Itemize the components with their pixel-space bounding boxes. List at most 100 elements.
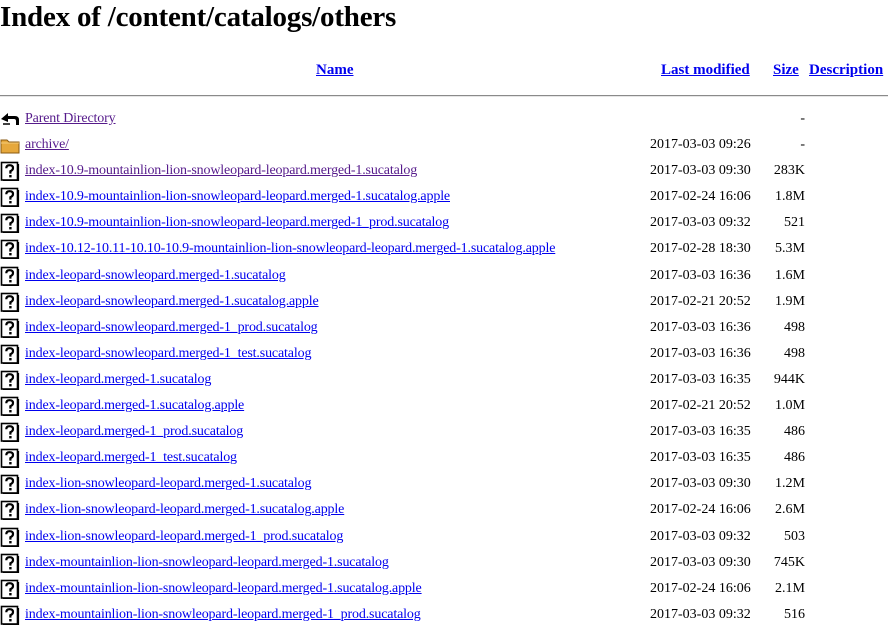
size-cell: 1.6M [775,267,805,283]
file-row: index-10.9-mountainlion-lion-snowleopard… [0,158,895,184]
sort-by-description-link[interactable]: Description [809,62,883,78]
file-row: index-leopard.merged-1.sucatalog 2017-03-… [0,367,895,393]
file-link[interactable]: archive/ [25,137,69,152]
file-name-cell: index-leopard-snowleopard.merged-1.sucat… [25,263,286,289]
size-cell: 5.3M [775,241,805,257]
size-cell: 1.2M [775,476,805,492]
file-link[interactable]: index-lion-snowleopard-leopard.merged-1_… [25,529,343,544]
file-name-cell: index-leopard-snowleopard.merged-1_test.… [25,341,311,367]
last-modified-cell: 2017-02-21 20:52 [650,398,751,414]
size-cell: - [800,111,805,126]
file-link[interactable]: index-mountainlion-lion-snowleopard-leop… [25,555,389,570]
file-list: Parent Directory - archive/2017-03-03 09:2… [0,106,895,628]
unknown-file-icon [0,161,20,182]
last-modified-cell: 2017-02-24 16:06 [650,580,751,596]
file-row: index-mountainlion-lion-snowleopard-leop… [0,550,895,576]
size-cell: 1.9M [775,293,805,309]
size-cell: 503 [784,528,805,544]
file-link[interactable]: index-leopard.merged-1_test.sucatalog [25,450,237,465]
file-link[interactable]: index-10.9-mountainlion-lion-snowleopard… [25,215,449,230]
column-header-last-modified[interactable]: Last modified [661,60,750,80]
last-modified-cell: 2017-03-03 09:32 [650,606,751,622]
last-modified-cell: 2017-03-03 16:35 [650,424,751,440]
last-modified-cell: 2017-03-03 16:35 [650,450,751,466]
unknown-file-icon [0,266,20,286]
file-link[interactable]: index-leopard.merged-1_prod.sucatalog [25,424,243,439]
unknown-file-icon [0,396,20,417]
sort-by-size-link[interactable]: Size [773,62,799,78]
file-link[interactable]: index-lion-snowleopard-leopard.merged-1.… [25,476,311,491]
file-link[interactable]: index-10.9-mountainlion-lion-snowleopard… [25,189,450,204]
file-link[interactable]: index-mountainlion-lion-snowleopard-leop… [25,607,421,622]
file-link[interactable]: index-10.12-10.11-10.10-10.9-mountainlio… [25,241,555,256]
unknown-file-icon [0,292,20,312]
unknown-file-icon [0,422,20,443]
last-modified-cell: 2017-02-24 16:06 [650,502,751,518]
file-link[interactable]: index-leopard-snowleopard.merged-1.sucat… [25,268,286,283]
last-modified-cell: 2017-03-03 09:30 [650,476,751,492]
parent-directory-link[interactable]: Parent Directory [25,111,116,126]
file-row: index-mountainlion-lion-snowleopard-leop… [0,602,895,628]
sort-by-name-link[interactable]: Name [316,62,354,78]
size-cell: - [800,137,805,153]
file-link[interactable]: index-10.9-mountainlion-lion-snowleopard… [25,163,417,178]
file-name-cell: index-10.9-mountainlion-lion-snowleopard… [25,158,417,184]
page-title: Index of /content/catalogs/others [0,1,397,33]
last-modified-cell: 2017-03-03 09:30 [650,554,751,570]
header-divider [0,95,888,97]
size-cell: 516 [784,606,805,622]
last-modified-cell: 2017-03-03 16:35 [650,371,751,387]
file-name-cell: index-mountainlion-lion-snowleopard-leop… [25,602,421,628]
column-header-size[interactable]: Size [773,60,799,80]
size-cell: 2.6M [775,502,805,518]
file-row: index-leopard.merged-1.sucatalog.apple 20… [0,393,895,419]
sort-by-last-modified-link[interactable]: Last modified [661,62,750,78]
file-name-cell: index-leopard.merged-1_test.sucatalog [25,445,237,471]
folder-icon [0,135,20,155]
last-modified-cell: 2017-03-03 09:32 [650,215,751,231]
size-cell: 2.1M [775,580,805,596]
unknown-file-icon [0,474,20,495]
size-cell: 498 [784,319,805,335]
file-link[interactable]: index-leopard.merged-1.sucatalog.apple [25,398,244,413]
file-row: index-leopard-snowleopard.merged-1.sucat… [0,263,895,289]
size-cell: 498 [784,345,805,361]
file-row: index-10.12-10.11-10.10-10.9-mountainlio… [0,236,895,262]
unknown-file-icon [0,500,20,521]
unknown-file-icon [0,344,20,365]
column-header-name[interactable]: Name [316,60,354,80]
file-link[interactable]: index-leopard.merged-1.sucatalog [25,372,211,387]
size-cell: 944K [773,371,805,387]
file-link[interactable]: index-leopard-snowleopard.merged-1_prod.… [25,320,318,335]
file-row: index-mountainlion-lion-snowleopard-leop… [0,576,895,602]
file-link[interactable]: index-mountainlion-lion-snowleopard-leop… [25,581,422,596]
parent-directory-row: Parent Directory - [0,106,895,132]
last-modified-cell: 2017-03-03 16:36 [650,345,751,361]
file-name-cell: archive/ [25,132,69,158]
file-link[interactable]: index-leopard-snowleopard.merged-1_test.… [25,346,311,361]
column-header-description[interactable]: Description [809,60,883,80]
size-cell: 745K [773,554,805,570]
unknown-file-icon [0,187,20,208]
unknown-file-icon [0,527,20,547]
file-name-cell: index-10.9-mountainlion-lion-snowleopard… [25,210,449,236]
file-link[interactable]: index-leopard-snowleopard.merged-1.sucat… [25,294,319,309]
last-modified-cell: 2017-02-28 18:30 [650,241,751,257]
size-cell: 486 [784,450,805,466]
size-cell: 486 [784,424,805,440]
file-row: index-leopard.merged-1_prod.sucatalog 201… [0,419,895,445]
unknown-file-icon [0,370,20,391]
size-cell: 1.0M [775,398,805,414]
file-name-cell: index-leopard.merged-1.sucatalog.apple [25,393,244,419]
unknown-file-icon [0,553,20,573]
last-modified-cell: 2017-03-03 16:36 [650,267,751,283]
last-modified-cell: 2017-03-03 09:32 [650,528,751,544]
file-name-cell: index-leopard-snowleopard.merged-1.sucat… [25,289,319,315]
unknown-file-icon [0,239,20,260]
file-name-cell: index-10.9-mountainlion-lion-snowleopard… [25,184,450,210]
unknown-file-icon [0,579,20,599]
unknown-file-icon [0,605,20,625]
last-modified-cell: 2017-03-03 16:36 [650,319,751,335]
file-row: index-lion-snowleopard-leopard.merged-1.… [0,497,895,523]
file-link[interactable]: index-lion-snowleopard-leopard.merged-1.… [25,502,344,517]
